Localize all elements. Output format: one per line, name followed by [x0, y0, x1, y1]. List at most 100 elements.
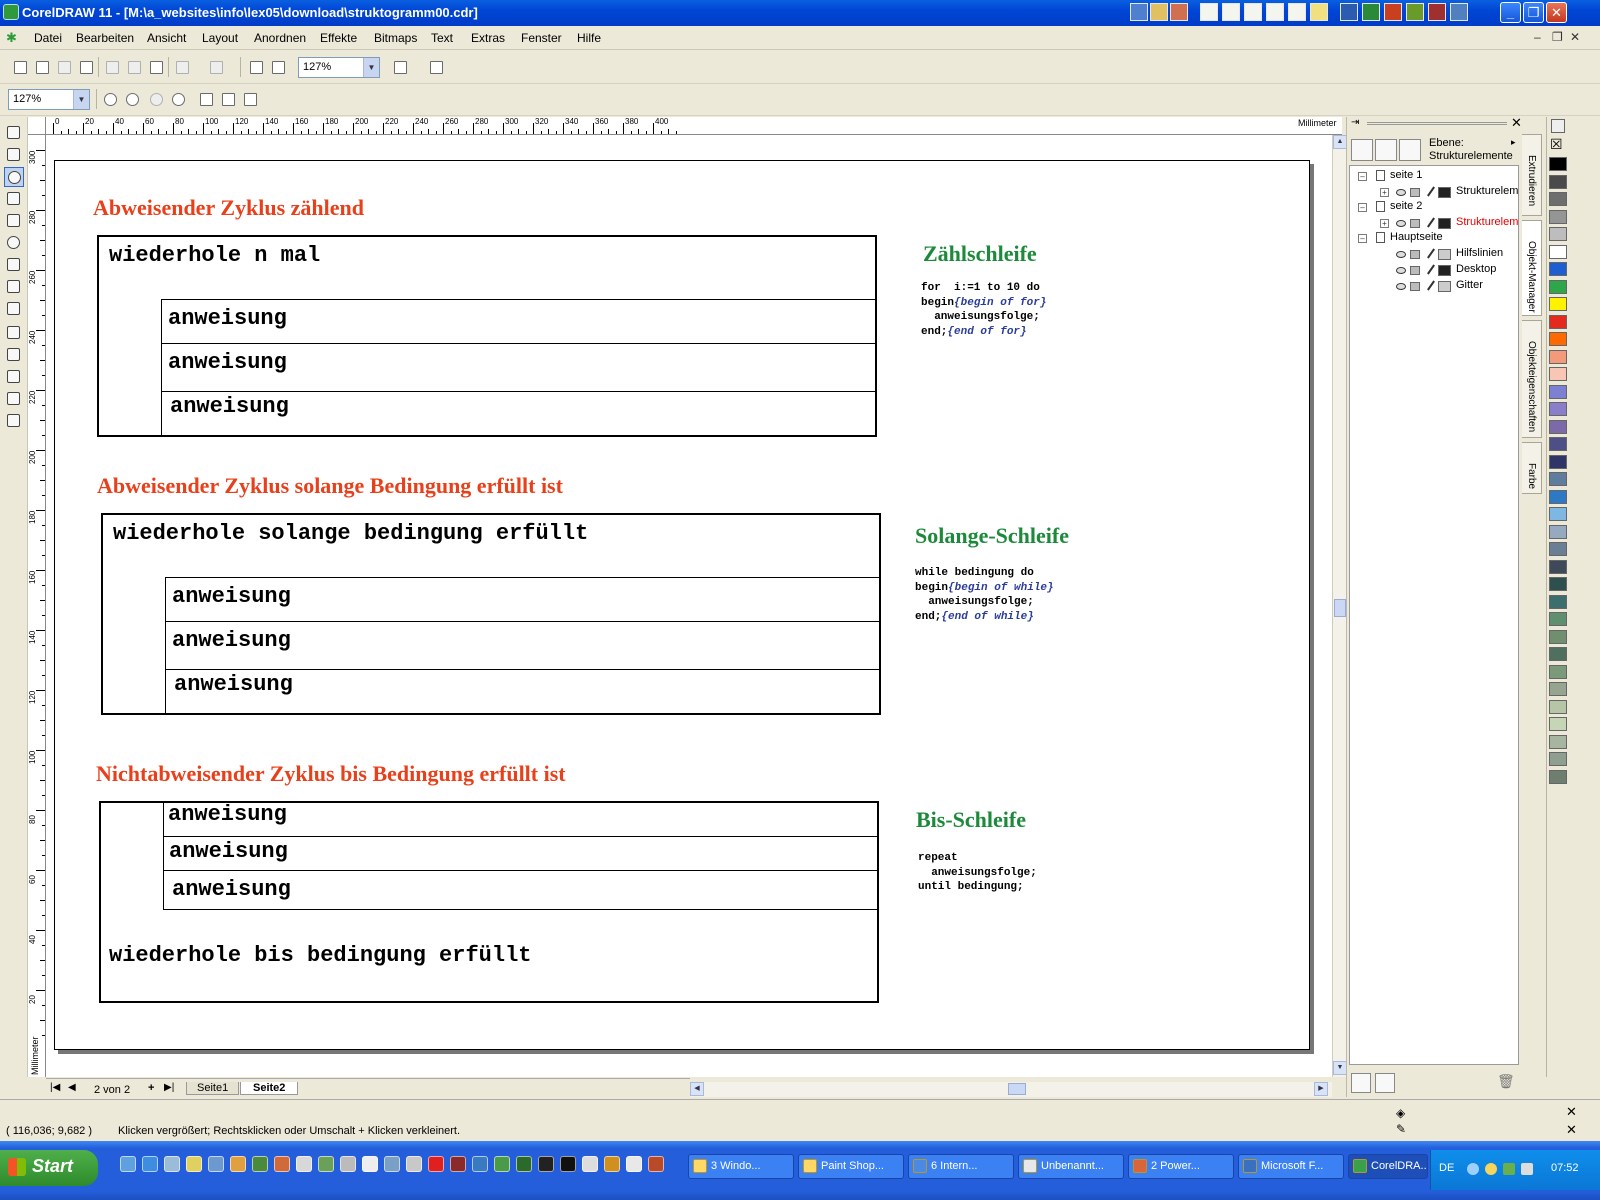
palette-swatch[interactable] [1549, 629, 1567, 644]
tray-icon[interactable] [1467, 1163, 1479, 1175]
eyedropper-tool-icon[interactable] [4, 345, 24, 365]
quicklaunch-icon[interactable] [626, 1156, 642, 1172]
word-icon[interactable] [1340, 3, 1358, 21]
start-button[interactable]: Start [0, 1150, 98, 1186]
loop-condition-text[interactable]: wiederhole solange bedingung erfüllt [113, 521, 588, 546]
eye-icon[interactable] [1396, 267, 1406, 274]
taskbar-button-microsoft[interactable]: Microsoft F... [1238, 1154, 1344, 1179]
palette-swatch[interactable] [1549, 699, 1567, 714]
pencil-icon[interactable] [1427, 217, 1435, 228]
quicklaunch-icon[interactable] [604, 1156, 620, 1172]
no-fill-icon[interactable]: ✕ [1566, 1104, 1577, 1120]
tree-collapse-icon[interactable]: – [1358, 172, 1367, 181]
outline-tool-icon[interactable] [4, 367, 24, 387]
calendar-icon[interactable] [1266, 3, 1284, 21]
open-folder-icon[interactable] [32, 57, 52, 77]
page-tab-seite1[interactable]: Seite1 [186, 1082, 240, 1095]
quicklaunch-icon[interactable] [252, 1156, 268, 1172]
text-tool-icon[interactable] [4, 299, 24, 319]
quicklaunch-icon[interactable] [472, 1156, 488, 1172]
menu-effekte[interactable]: Effekte [320, 31, 357, 45]
palette-swatch[interactable] [1549, 437, 1567, 451]
excel-icon[interactable] [1362, 3, 1380, 21]
corel-online-icon[interactable] [426, 57, 446, 77]
basic-shapes-tool-icon[interactable] [4, 277, 24, 297]
quicklaunch-icon[interactable] [318, 1156, 334, 1172]
zoom-levels-combo[interactable]: 127% ▼ [8, 89, 90, 110]
palette-swatch[interactable] [1549, 262, 1567, 276]
statement-block[interactable]: anweisung [165, 669, 881, 713]
palette-swatch[interactable] [1549, 314, 1567, 329]
palette-swatch[interactable] [1549, 682, 1567, 696]
taskbar-button-paintshop[interactable]: Paint Shop... [798, 1154, 904, 1179]
palette-swatch[interactable] [1549, 647, 1567, 661]
loop-name[interactable]: Solange-Schleife [915, 523, 1069, 549]
menu-text[interactable]: Text [431, 31, 453, 45]
menu-layout[interactable]: Layout [202, 31, 238, 45]
statement-text[interactable]: anweisung [168, 802, 287, 827]
statement-text[interactable]: anweisung [170, 394, 289, 419]
document-close-button[interactable]: ✕ [1570, 30, 1580, 44]
new-document-icon[interactable] [10, 57, 30, 77]
zoom-to-selected-icon[interactable] [146, 89, 166, 109]
tab-objekt-manager[interactable]: Objekt-Manager [1522, 220, 1542, 316]
zoom-to-all-objects-icon[interactable] [168, 89, 188, 109]
loop-name[interactable]: Zählschleife [923, 241, 1037, 267]
palette-swatch[interactable] [1549, 507, 1567, 521]
pencil-icon[interactable] [1427, 248, 1435, 259]
layer-color-swatch[interactable] [1438, 249, 1451, 260]
quicklaunch-icon[interactable] [208, 1156, 224, 1172]
pencil-icon[interactable] [1427, 280, 1435, 291]
palette-swatch[interactable] [1549, 734, 1567, 749]
taskbar-button-internet[interactable]: 6 Intern... [908, 1154, 1014, 1179]
taskbar-button-windows[interactable]: 3 Windo... [688, 1154, 794, 1179]
tree-collapse-icon[interactable]: – [1358, 234, 1367, 243]
palette-swatch[interactable] [1549, 717, 1567, 731]
scroll-right-button[interactable]: ▶ [1314, 1082, 1328, 1096]
ellipse-tool-icon[interactable] [4, 233, 24, 253]
tree-layer-item[interactable]: Strukturelem [1456, 185, 1518, 197]
loop-condition-text[interactable]: wiederhole bis bedingung erfüllt [109, 943, 531, 968]
menu-hilfe[interactable]: Hilfe [577, 31, 601, 45]
speaker-icon[interactable] [1521, 1163, 1533, 1175]
menu-datei[interactable]: Datei [34, 31, 62, 45]
palette-swatch[interactable] [1549, 542, 1567, 556]
vertical-scrollbar[interactable]: ▲ ▼ [1332, 135, 1347, 1077]
docker-grip[interactable] [1367, 122, 1507, 125]
tree-page-item[interactable]: seite 2 [1390, 200, 1422, 212]
no-outline-icon[interactable]: ✕ [1566, 1122, 1577, 1138]
language-indicator[interactable]: DE [1439, 1162, 1454, 1174]
save-icon[interactable] [54, 57, 74, 77]
fill-indicator-icon[interactable]: ◈ [1396, 1106, 1405, 1120]
taskbar-button-powerpoint[interactable]: 2 Power... [1128, 1154, 1234, 1179]
palette-swatch[interactable] [1549, 559, 1567, 574]
loop-name[interactable]: Bis-Schleife [916, 807, 1026, 833]
close-button[interactable]: ✕ [1546, 2, 1567, 23]
polygon-tool-icon[interactable] [4, 255, 24, 275]
palette-swatch[interactable] [1549, 174, 1567, 189]
palette-swatch[interactable] [1549, 577, 1567, 591]
palette-swatch[interactable] [1549, 752, 1567, 766]
statement-block[interactable]: anweisung [161, 391, 877, 435]
undo-icon[interactable] [172, 57, 192, 77]
copy-icon[interactable] [124, 57, 144, 77]
taskbar-button-unbenannt[interactable]: Unbenannt... [1018, 1154, 1124, 1179]
eye-icon[interactable] [1396, 220, 1406, 227]
pick-tool-icon[interactable] [4, 123, 24, 143]
palette-swatch[interactable] [1549, 279, 1567, 294]
zoom-to-page-icon[interactable] [196, 89, 216, 109]
quicklaunch-icon[interactable] [538, 1156, 554, 1172]
fill-tool-icon[interactable] [4, 389, 24, 409]
note-icon[interactable] [1310, 3, 1328, 21]
chevron-down-icon[interactable]: ▼ [73, 90, 89, 109]
tree-layer-item[interactable]: Desktop [1456, 263, 1496, 275]
show-object-properties-icon[interactable] [1351, 139, 1373, 161]
palette-swatch[interactable] [1549, 349, 1567, 364]
statement-block[interactable]: anweisung [163, 836, 879, 870]
printer-icon[interactable] [1410, 266, 1420, 275]
layer-color-swatch[interactable] [1438, 265, 1451, 276]
horizontal-scrollbar[interactable]: ◀ ▶ [690, 1082, 1332, 1097]
eye-icon[interactable] [1396, 283, 1406, 290]
section-heading[interactable]: Abweisender Zyklus solange Bedingung erf… [97, 473, 563, 499]
tray-icon[interactable] [1503, 1163, 1515, 1175]
